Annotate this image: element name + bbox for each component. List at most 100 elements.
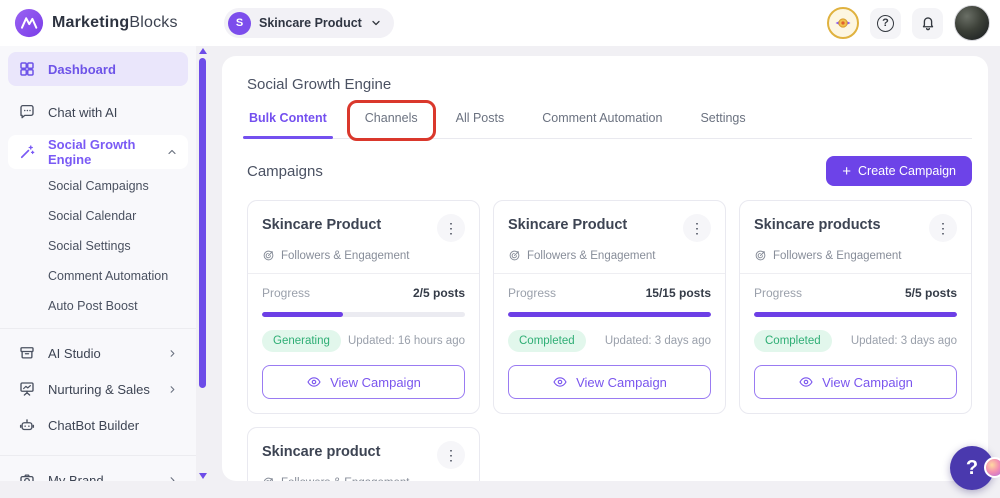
dashboard-grid-icon: [18, 60, 36, 78]
sidebar-subitem-label: Social Campaigns: [48, 179, 149, 193]
progress-bar: [508, 312, 711, 317]
progress-label: Progress: [262, 286, 310, 300]
sidebar-subitem-social-settings[interactable]: Social Settings: [0, 231, 196, 261]
sidebar-subitem-label: Social Settings: [48, 239, 131, 253]
tab-label: Channels: [365, 111, 418, 125]
sidebar-divider: [0, 328, 196, 329]
view-campaign-button[interactable]: View Campaign: [754, 365, 957, 399]
view-campaign-button[interactable]: View Campaign: [508, 365, 711, 399]
chevron-right-icon: [167, 348, 178, 359]
progress-count: 15/15 posts: [646, 286, 711, 300]
sidebar: Dashboard Chat with AI Social Growth Eng…: [0, 46, 196, 481]
target-icon: [262, 476, 275, 481]
sidebar-subitem-label: Comment Automation: [48, 269, 168, 283]
workspace-name: Skincare Product: [259, 16, 362, 30]
sidebar-subitem-comment-automation[interactable]: Comment Automation: [0, 261, 196, 291]
section-title: Campaigns: [247, 163, 323, 180]
camera-icon: [18, 471, 36, 481]
tab-all-posts[interactable]: All Posts: [454, 111, 507, 138]
tab-settings[interactable]: Settings: [698, 111, 747, 138]
eye-icon: [798, 374, 814, 390]
bell-icon: [919, 14, 937, 32]
campaign-title: Skincare products: [754, 214, 881, 233]
sidebar-item-label: My Brand: [48, 473, 104, 482]
sidebar-item-label: Chat with AI: [48, 105, 117, 120]
chevron-right-icon: [167, 384, 178, 395]
sidebar-item-chat-with-ai[interactable]: Chat with AI: [8, 95, 188, 129]
target-icon: [508, 249, 521, 262]
updated-timestamp: Updated: 16 hours ago: [348, 335, 465, 347]
sidebar-subitem-auto-post-boost[interactable]: Auto Post Boost: [0, 291, 196, 321]
scrollbar-thumb[interactable]: [199, 58, 206, 388]
progress-bar: [262, 312, 465, 317]
campaign-cards-grid: Skincare Product ⋮ Followers & Engagemen…: [247, 200, 972, 481]
campaign-card: Skincare Product ⋮ Followers & Engagemen…: [493, 200, 726, 414]
scrollbar-up-arrow[interactable]: [199, 48, 207, 54]
campaign-title: Skincare Product: [262, 214, 381, 233]
sidebar-item-nurturing-sales[interactable]: Nurturing & Sales: [8, 372, 188, 406]
create-campaign-label: Create Campaign: [858, 164, 956, 178]
brand: MarketingBlocks: [0, 8, 178, 38]
view-campaign-label: View Campaign: [330, 375, 421, 390]
campaign-title: Skincare product: [262, 441, 380, 460]
sidebar-divider: [0, 455, 196, 456]
scrollbar-down-arrow[interactable]: [199, 473, 207, 479]
campaign-goal: Followers & Engagement: [527, 250, 655, 262]
kebab-menu-icon[interactable]: ⋮: [437, 214, 465, 242]
chevron-down-icon: [370, 17, 382, 29]
target-icon: [754, 249, 767, 262]
progress-count: 2/5 posts: [413, 286, 465, 300]
sidebar-item-label: AI Studio: [48, 346, 101, 361]
progress-bar-fill: [508, 312, 711, 317]
sidebar-item-label: ChatBot Builder: [48, 418, 139, 433]
sidebar-subitem-social-calendar[interactable]: Social Calendar: [0, 201, 196, 231]
tab-bulk-content[interactable]: Bulk Content: [247, 111, 329, 138]
campaign-card: Skincare Product ⋮ Followers & Engagemen…: [247, 200, 480, 414]
kebab-menu-icon[interactable]: ⋮: [929, 214, 957, 242]
main-panel: Social Growth Engine Bulk Content Channe…: [222, 56, 988, 481]
tab-comment-automation[interactable]: Comment Automation: [540, 111, 664, 138]
sidebar-item-social-growth-engine[interactable]: Social Growth Engine: [8, 135, 188, 169]
progress-bar-fill: [754, 312, 957, 317]
status-badge: Generating: [262, 330, 341, 352]
brand-name: MarketingBlocks: [52, 14, 178, 32]
user-avatar[interactable]: [954, 5, 990, 41]
view-campaign-button[interactable]: View Campaign: [262, 365, 465, 399]
sidebar-item-label: Nurturing & Sales: [48, 382, 150, 397]
chat-bubble-icon: [18, 103, 36, 121]
sidebar-subitem-label: Social Calendar: [48, 209, 136, 223]
view-campaign-label: View Campaign: [822, 375, 913, 390]
help-icon: ?: [877, 15, 894, 32]
target-icon: [262, 249, 275, 262]
sidebar-item-dashboard[interactable]: Dashboard: [8, 52, 188, 86]
status-badge: Completed: [754, 330, 832, 352]
workspace-switcher[interactable]: S Skincare Product: [224, 8, 394, 38]
kebab-menu-icon[interactable]: ⋮: [683, 214, 711, 242]
campaign-goal: Followers & Engagement: [773, 250, 901, 262]
tab-channels[interactable]: Channels: [363, 111, 420, 138]
sidebar-item-label: Dashboard: [48, 62, 116, 77]
sidebar-item-ai-studio[interactable]: AI Studio: [8, 336, 188, 370]
help-button[interactable]: ?: [870, 8, 901, 39]
top-header: MarketingBlocks S Skincare Product ?: [0, 0, 1000, 46]
view-campaign-label: View Campaign: [576, 375, 667, 390]
campaign-card: Skincare products ⋮ Followers & Engageme…: [739, 200, 972, 414]
updated-timestamp: Updated: 3 days ago: [605, 335, 711, 347]
progress-bar: [754, 312, 957, 317]
sidebar-item-my-brand[interactable]: My Brand: [8, 463, 188, 481]
rewards-medal-icon[interactable]: [827, 7, 859, 39]
sidebar-item-chatbot-builder[interactable]: ChatBot Builder: [8, 408, 188, 442]
notifications-button[interactable]: [912, 8, 943, 39]
workspace-avatar: S: [228, 12, 251, 35]
marketingblocks-logo-icon: [14, 8, 44, 38]
robot-icon: [18, 416, 36, 434]
studio-box-icon: [18, 344, 36, 362]
chevron-right-icon: [167, 475, 178, 482]
help-widget-button[interactable]: ?: [950, 446, 994, 490]
progress-label: Progress: [754, 286, 802, 300]
kebab-menu-icon[interactable]: ⋮: [437, 441, 465, 469]
presentation-chart-icon: [18, 380, 36, 398]
tab-bar: Bulk Content Channels All Posts Comment …: [247, 111, 972, 139]
sidebar-subitem-social-campaigns[interactable]: Social Campaigns: [0, 171, 196, 201]
create-campaign-button[interactable]: + Create Campaign: [826, 156, 972, 186]
